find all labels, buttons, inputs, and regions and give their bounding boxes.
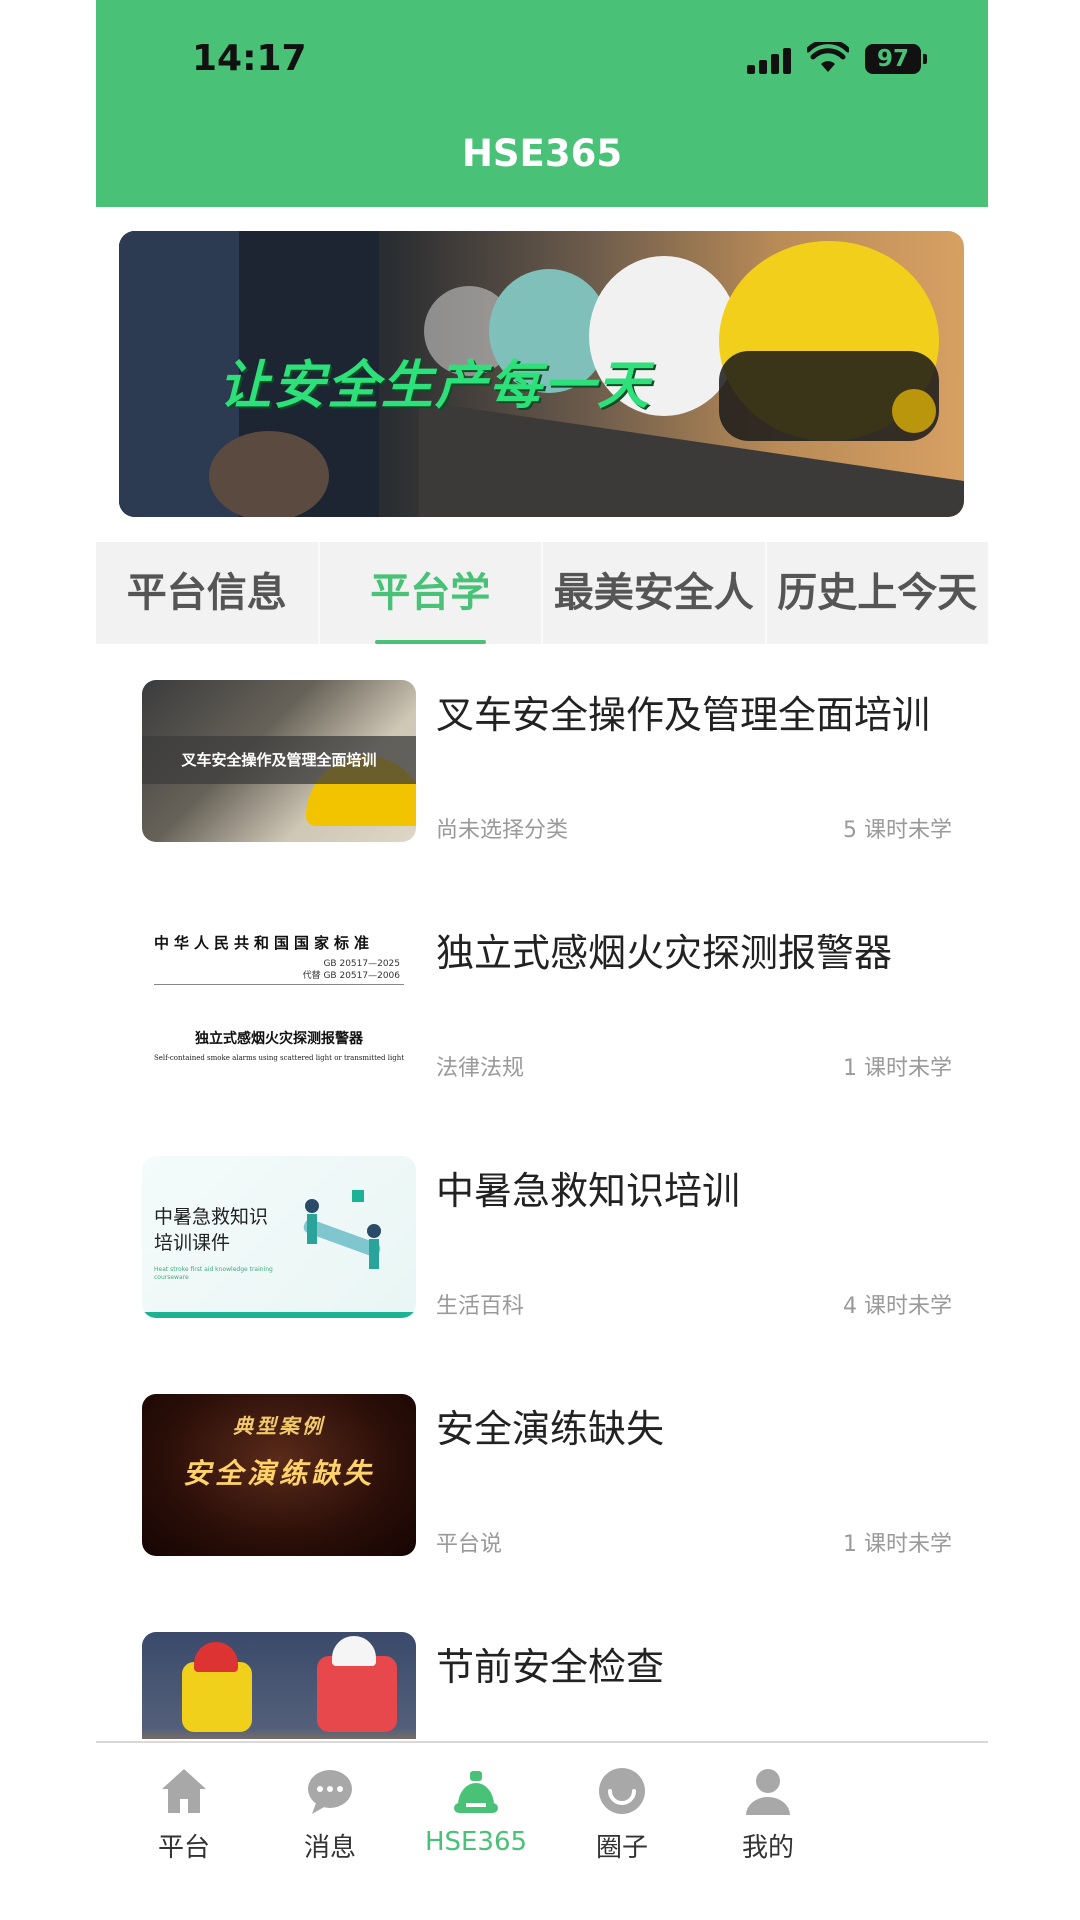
nav-label: 我的 <box>741 1833 794 1863</box>
bottom-nav: 平台 消息 HSE365 圈子 我的 <box>96 1741 988 1920</box>
course-title: 安全演练缺失 <box>436 1407 665 1451</box>
course-title: 独立式感烟火灾探测报警器 <box>436 931 893 975</box>
course-lessons: 4 课时未学 <box>843 1294 952 1319</box>
list-item[interactable]: 叉车安全操作及管理全面培训 叉车安全操作及管理全面培训 尚未选择分类 5 课时未… <box>96 644 988 882</box>
page-title: HSE365 <box>461 132 623 175</box>
wifi-icon <box>807 42 849 72</box>
thumbnail-caption: 叉车安全操作及管理全面培训 <box>142 736 416 784</box>
course-category: 尚未选择分类 <box>436 818 569 843</box>
profile-icon <box>746 1769 790 1815</box>
thumbnail-heading: 中华人民共和国国家标准 <box>154 934 375 952</box>
thumbnail-tag: 典型案例 <box>233 1414 325 1438</box>
course-thumbnail: 中华人民共和国国家标准 GB 20517—2025 代替 GB 20517—20… <box>142 918 416 1080</box>
thumbnail-title: 中暑急救知识 培训课件 <box>154 1204 268 1256</box>
list-item[interactable]: 节前安全检查 <box>96 1596 988 1739</box>
category-tabs: 平台信息 平台学 最美安全人 历史上今天 <box>96 542 988 644</box>
nav-label: 消息 <box>303 1833 356 1863</box>
rescue-illustration <box>303 1190 381 1269</box>
thumbnail-title-line: 培训课件 <box>154 1232 231 1254</box>
course-title: 中暑急救知识培训 <box>436 1169 741 1213</box>
course-category: 生活百科 <box>436 1294 525 1319</box>
list-item[interactable]: 典型案例 安全演练缺失 安全演练缺失 平台说 1 课时未学 <box>96 1358 988 1596</box>
course-title: 节前安全检查 <box>436 1645 665 1689</box>
nav-item-mine[interactable]: 我的 <box>698 1765 838 1864</box>
course-category: 法律法规 <box>436 1056 525 1081</box>
tab-platform-info[interactable]: 平台信息 <box>96 542 318 644</box>
nav-item-platform[interactable]: 平台 <box>114 1765 254 1864</box>
tab-platform-learn[interactable]: 平台学 <box>317 542 541 644</box>
message-icon <box>308 1770 352 1814</box>
nav-label: 圈子 <box>595 1833 648 1863</box>
status-time: 14:17 <box>192 38 307 79</box>
battery-icon: 97 <box>865 44 927 74</box>
nav-item-hse365[interactable]: HSE365 <box>406 1765 546 1857</box>
tab-history-today[interactable]: 历史上今天 <box>764 542 989 644</box>
promo-banner[interactable]: 让安全生产每一天 <box>119 231 964 517</box>
course-title: 叉车安全操作及管理全面培训 <box>436 693 931 737</box>
tab-safety-people[interactable]: 最美安全人 <box>541 542 765 644</box>
banner-slogan: 让安全生产每一天 <box>219 356 652 416</box>
signal-icon <box>747 48 793 74</box>
thumbnail-title: 独立式感烟火灾探测报警器 <box>195 1031 363 1047</box>
nav-item-messages[interactable]: 消息 <box>260 1765 400 1864</box>
app-screen: 14:17 97 HSE365 让安全生产每一天 平台信息 平台学 最美安全人 … <box>96 0 988 1920</box>
thumbnail-standard-number: GB 20517—2025 代替 GB 20517—2006 <box>303 958 400 982</box>
course-thumbnail: 叉车安全操作及管理全面培训 <box>142 680 416 842</box>
hse-icon <box>454 1771 498 1813</box>
home-icon <box>162 1769 206 1813</box>
standard-replaces: 代替 GB 20517—2006 <box>302 971 400 981</box>
header: 14:17 97 HSE365 <box>96 0 988 207</box>
standard-code: GB 20517—2025 <box>323 959 400 969</box>
thumbnail-subtitle: Heat stroke first aid knowledge training… <box>154 1266 273 1281</box>
course-thumbnail <box>142 1632 416 1739</box>
course-list: 叉车安全操作及管理全面培训 叉车安全操作及管理全面培训 尚未选择分类 5 课时未… <box>96 644 988 1739</box>
nav-item-circle[interactable]: 圈子 <box>552 1765 692 1864</box>
nav-label: HSE365 <box>424 1827 528 1857</box>
thumbnail-title: 安全演练缺失 <box>182 1457 375 1490</box>
course-category: 平台说 <box>436 1532 503 1557</box>
thumbnail-subtitle: Self-contained smoke alarms using scatte… <box>153 1054 405 1062</box>
list-item[interactable]: 中暑急救知识 培训课件 Heat stroke first aid knowle… <box>96 1120 988 1358</box>
course-thumbnail: 典型案例 安全演练缺失 <box>142 1394 416 1556</box>
list-item[interactable]: 中华人民共和国国家标准 GB 20517—2025 代替 GB 20517—20… <box>96 882 988 1120</box>
nav-label: 平台 <box>157 1833 210 1863</box>
course-lessons: 1 课时未学 <box>843 1532 952 1557</box>
circle-icon <box>599 1768 645 1814</box>
course-lessons: 1 课时未学 <box>843 1056 952 1081</box>
course-thumbnail: 中暑急救知识 培训课件 Heat stroke first aid knowle… <box>142 1156 416 1318</box>
thumbnail-title-line: 中暑急救知识 <box>154 1206 269 1228</box>
course-lessons: 5 课时未学 <box>843 818 952 843</box>
